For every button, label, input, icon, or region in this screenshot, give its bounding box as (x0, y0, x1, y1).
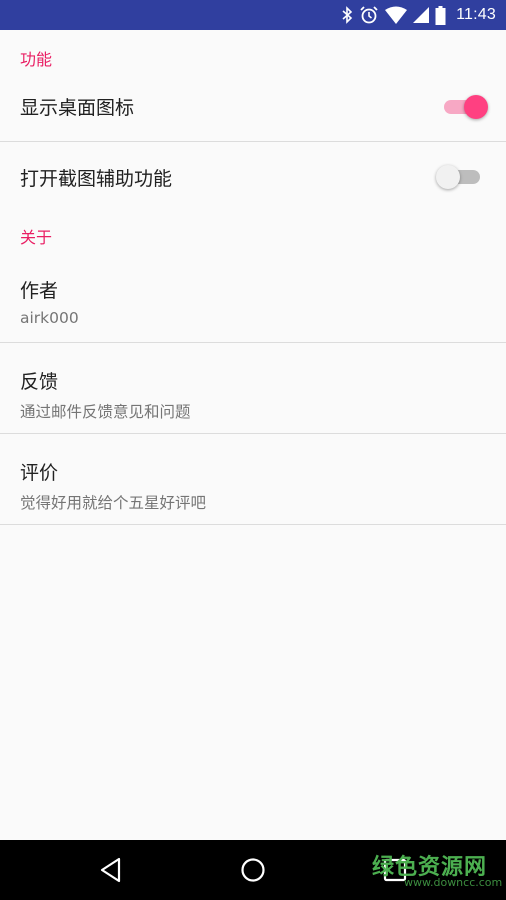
pref-feedback[interactable]: 反馈 通过邮件反馈意见和问题 (0, 343, 506, 434)
cellular-signal-icon (413, 7, 430, 23)
pref-summary: airk000 (20, 309, 79, 327)
pref-title: 打开截图辅助功能 (20, 167, 173, 190)
switch-thumb (436, 165, 460, 189)
show-icon-switch[interactable] (442, 94, 488, 119)
navigation-bar: 绿色资源网 www.downcc.com (0, 840, 506, 900)
pref-author[interactable]: 作者 airk000 (0, 252, 506, 343)
battery-icon (435, 5, 446, 25)
category-functions: 功能 (20, 50, 53, 69)
alarm-icon (359, 5, 379, 25)
watermark-url: www.downcc.com (404, 876, 503, 889)
pref-screenshot-assist[interactable]: 打开截图辅助功能 (0, 142, 506, 212)
bluetooth-icon (341, 6, 353, 24)
back-icon[interactable] (97, 856, 125, 884)
wifi-icon (385, 6, 408, 24)
pref-title: 评价 (20, 462, 59, 484)
home-icon[interactable] (239, 856, 267, 884)
pref-title: 反馈 (20, 371, 59, 393)
pref-title: 作者 (20, 280, 59, 302)
status-bar: 11:43 (0, 0, 506, 30)
status-time: 11:43 (456, 6, 496, 23)
pref-title: 显示桌面图标 (20, 97, 135, 119)
switch-thumb (464, 94, 488, 119)
pref-summary: 通过邮件反馈意见和问题 (20, 403, 191, 421)
pref-show-desktop-icon[interactable]: 显示桌面图标 (0, 72, 506, 142)
pref-rate[interactable]: 评价 觉得好用就给个五星好评吧 (0, 434, 506, 525)
screenshot-assist-switch[interactable] (436, 165, 482, 189)
pref-summary: 觉得好用就给个五星好评吧 (20, 494, 207, 512)
category-about: 关于 (20, 228, 53, 247)
settings-list: 功能 显示桌面图标 打开截图辅助功能 关于 作者 airk000 反馈 通过邮件… (0, 30, 506, 525)
